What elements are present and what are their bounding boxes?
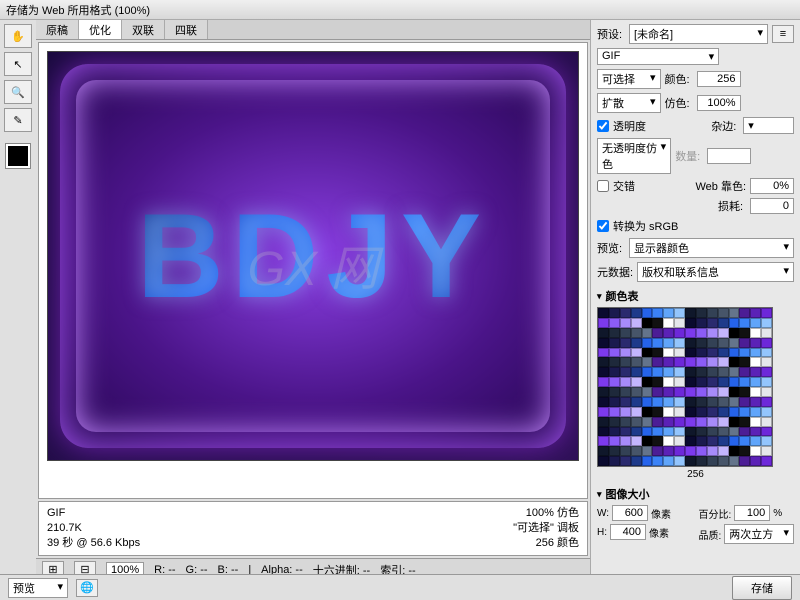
info-format: GIF (47, 506, 140, 521)
save-button[interactable]: 存储 (732, 576, 792, 600)
move-tool[interactable]: ↖ (4, 52, 32, 76)
height-input[interactable] (610, 524, 646, 540)
amount-label: 数量: (675, 148, 703, 164)
transparency-check[interactable] (597, 120, 609, 132)
color-table-header[interactable]: 颜色表 (597, 288, 794, 304)
view-tabs: 原稿 优化 双联 四联 (36, 20, 590, 40)
colors-label: 颜色: (665, 71, 693, 87)
tab-optimized[interactable]: 优化 (79, 20, 122, 39)
image-size-header[interactable]: 图像大小 (597, 486, 794, 502)
websnap-label: Web 靠色: (695, 178, 746, 194)
preview-mode-label: 预览: (597, 240, 625, 256)
info-palette: "可选择" 调板 (513, 521, 579, 536)
preset-menu-icon[interactable]: ≡ (772, 25, 794, 43)
browser-icon[interactable]: 🌐 (76, 579, 98, 597)
quality-label: 品质: (699, 527, 722, 542)
srgb-check[interactable] (597, 220, 609, 232)
lossy-label: 损耗: (718, 198, 746, 214)
hand-tool[interactable]: ✋ (4, 24, 32, 48)
preview-canvas: BDJY GX 网 (47, 51, 579, 461)
zoom-tool[interactable]: 🔍 (4, 80, 32, 104)
dither-input[interactable] (697, 95, 741, 111)
window-title: 存储为 Web 所用格式 (100%) (6, 2, 150, 18)
interlace-check[interactable] (597, 180, 609, 192)
metadata-select[interactable]: 版权和联系信息 (637, 262, 794, 282)
info-size: 210.7K (47, 521, 140, 536)
interlace-label: 交错 (613, 178, 641, 194)
px-label-2: 像素 (649, 525, 669, 540)
preset-select[interactable]: [未命名] (629, 24, 768, 44)
color-table-count: 256 (597, 469, 794, 480)
info-dither: 100% 仿色 (513, 506, 579, 521)
settings-panel: 预设: [未命名] ≡ GIF 可选择 颜色: 扩散 仿色: 透明度 杂边: 无… (590, 20, 800, 580)
percent-label: 百分比: (699, 506, 732, 521)
quality-select[interactable]: 两次立方 (724, 524, 794, 544)
w-label: W: (597, 508, 609, 519)
preset-label: 预设: (597, 26, 625, 42)
metadata-label: 元数据: (597, 264, 633, 280)
footer: 预览 🌐 存储 (0, 574, 800, 600)
tab-4up[interactable]: 四联 (165, 20, 208, 39)
color-table-grid[interactable] (597, 307, 773, 467)
reduction-select[interactable]: 可选择 (597, 69, 661, 89)
transparency-label: 透明度 (613, 118, 646, 134)
preview-button[interactable]: 预览 (8, 578, 68, 598)
toolbar: ✋ ↖ 🔍 ✎ (0, 20, 36, 580)
info-speed: 39 秒 @ 56.6 Kbps (47, 536, 140, 551)
format-select[interactable]: GIF (597, 48, 719, 65)
trans-dither-select[interactable]: 无透明度仿色 (597, 138, 671, 174)
eyedropper-tool[interactable]: ✎ (4, 108, 32, 132)
watermark: GX 网 (248, 229, 379, 299)
dither-label: 仿色: (665, 95, 693, 111)
lossy-input[interactable] (750, 198, 794, 214)
colors-input[interactable] (697, 71, 741, 87)
websnap-input[interactable] (750, 178, 794, 194)
dither-select[interactable]: 扩散 (597, 93, 661, 113)
preview-mode-select[interactable]: 显示器颜色 (629, 238, 794, 258)
tab-original[interactable]: 原稿 (36, 20, 79, 39)
width-input[interactable] (612, 505, 648, 521)
matte-label: 杂边: (711, 118, 739, 134)
px-label-1: 像素 (651, 506, 671, 521)
h-label: H: (597, 527, 607, 538)
info-colors: 256 颜色 (513, 536, 579, 551)
srgb-label: 转换为 sRGB (613, 218, 678, 234)
image-info: GIF 210.7K 39 秒 @ 56.6 Kbps 100% 仿色 "可选择… (38, 501, 588, 556)
color-swatch[interactable] (6, 144, 30, 168)
matte-select[interactable] (743, 117, 794, 134)
tab-2up[interactable]: 双联 (122, 20, 165, 39)
percent-input[interactable] (734, 505, 770, 521)
amount-input (707, 148, 751, 164)
